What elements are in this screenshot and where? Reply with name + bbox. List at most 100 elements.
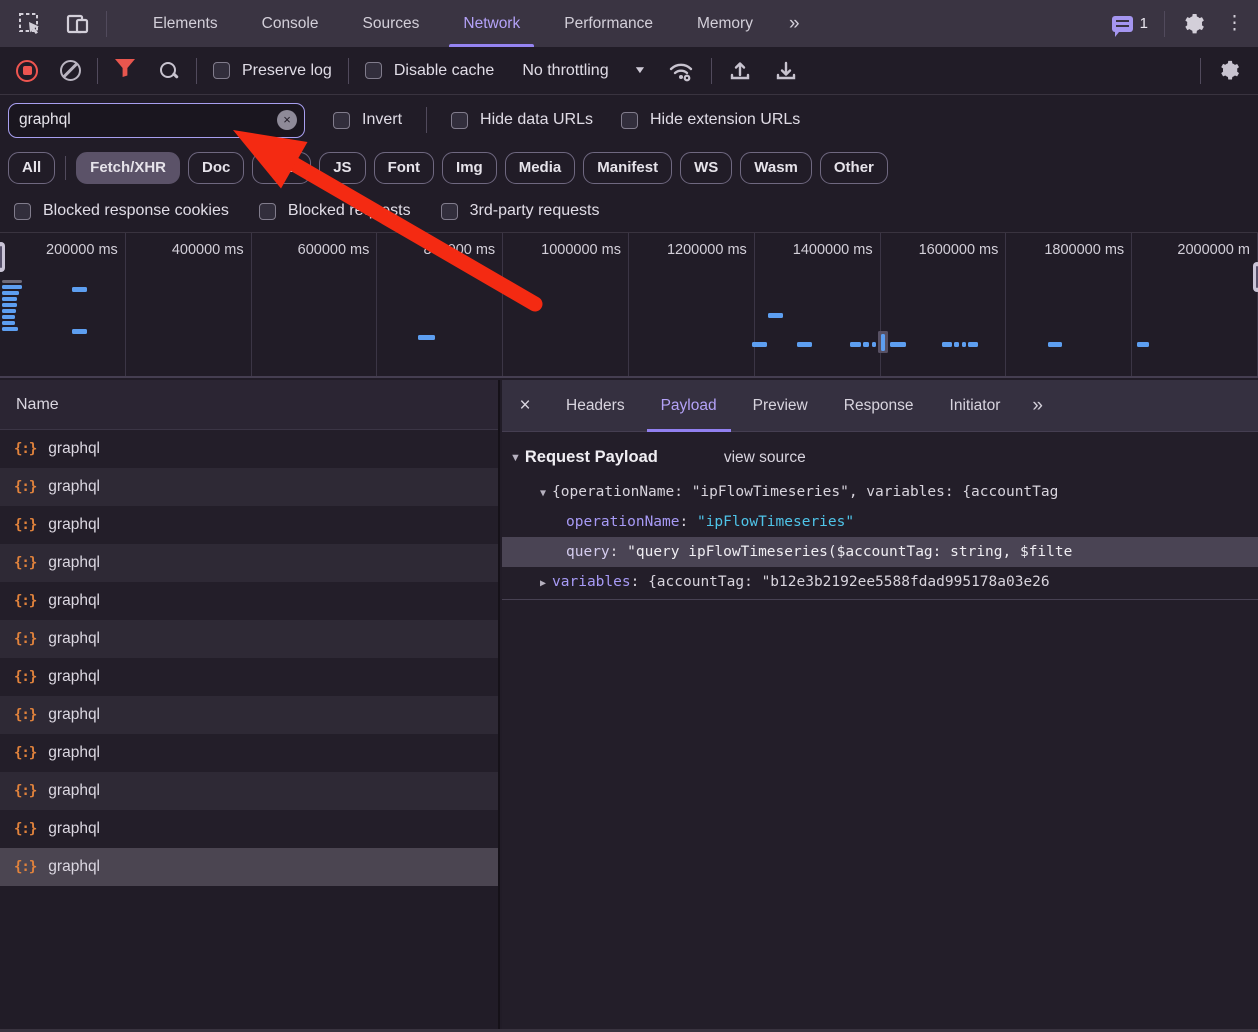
overview-left-grip[interactable]	[0, 242, 5, 272]
export-har-icon[interactable]	[774, 59, 798, 83]
request-row[interactable]: {:} graphql	[0, 544, 498, 582]
panel-tab[interactable]: Elements	[131, 0, 240, 47]
preserve-log-checkbox[interactable]: Preserve log	[213, 62, 332, 80]
payload-separator: :	[680, 514, 697, 530]
waterfall-bar	[881, 334, 885, 351]
chip[interactable]: Fetch/XHR	[76, 152, 180, 184]
hide-data-urls-label: Hide data URLs	[480, 111, 593, 129]
network-overview-timeline[interactable]: 200000 ms 400000 ms 600000 ms 800000 ms …	[0, 232, 1258, 378]
filter-funnel-icon[interactable]	[114, 58, 136, 83]
chip[interactable]: Doc	[188, 152, 244, 184]
request-row[interactable]: {:} graphql	[0, 734, 498, 772]
blocked-filter-checkbox[interactable]: Blocked response cookies	[14, 202, 229, 220]
request-name: graphql	[48, 440, 100, 458]
record-network-log-button[interactable]	[16, 60, 38, 82]
checkbox-box[interactable]	[441, 203, 458, 220]
chip-label: JS	[333, 159, 351, 176]
throttling-dropdown[interactable]: No throttling ▼	[522, 62, 644, 80]
request-row[interactable]: {:} graphql	[0, 582, 498, 620]
search-icon[interactable]	[158, 60, 180, 82]
json-request-icon: {:}	[14, 479, 36, 495]
network-conditions-icon[interactable]	[667, 59, 695, 83]
chip-label: CSS	[266, 159, 297, 176]
panel-tabs: Elements Console Sources Network Perform…	[131, 0, 775, 47]
network-settings-gear-icon[interactable]	[1219, 59, 1242, 82]
json-request-icon: {:}	[14, 555, 36, 571]
blocked-filter-checkbox[interactable]: 3rd-party requests	[441, 202, 600, 220]
network-toolbar: Preserve log Disable cache No throttling…	[0, 47, 1258, 95]
settings-gear-icon[interactable]	[1181, 10, 1209, 38]
waterfall-bar	[2, 309, 16, 313]
request-row[interactable]: {:} graphql	[0, 810, 498, 848]
chip[interactable]: Other	[820, 152, 888, 184]
chip[interactable]: CSS	[252, 152, 311, 184]
chip-label: Wasm	[754, 159, 798, 176]
chip[interactable]: Media	[505, 152, 576, 184]
panel-tab[interactable]: Sources	[341, 0, 442, 47]
chip[interactable]: JS	[319, 152, 365, 184]
checkbox-box[interactable]	[14, 203, 31, 220]
chip[interactable]: Img	[442, 152, 497, 184]
close-details-icon[interactable]: ×	[502, 395, 548, 417]
details-tab[interactable]: Preview	[739, 380, 822, 432]
request-payload-section[interactable]: ▼ Request Payload view source	[510, 448, 1258, 467]
waterfall-bar	[797, 342, 812, 347]
request-name: graphql	[48, 668, 100, 686]
request-list: {:} graphql {:} graphql {:} graphql	[0, 430, 498, 886]
request-row[interactable]: {:} graphql	[0, 468, 498, 506]
kebab-menu-icon[interactable]: ⋮	[1225, 14, 1244, 33]
details-tab-label: Preview	[753, 397, 808, 415]
details-tab[interactable]: Payload	[647, 380, 731, 432]
clear-network-log-button[interactable]	[60, 60, 81, 81]
payload-variables-node[interactable]: ▶variables: {accountTag: "b12e3b2192ee55…	[502, 567, 1258, 597]
request-row[interactable]: {:} graphql	[0, 848, 498, 886]
checkbox-box[interactable]	[365, 62, 382, 79]
view-source-link[interactable]: view source	[724, 449, 806, 467]
panel-tab[interactable]: Console	[240, 0, 341, 47]
name-column-header[interactable]: Name	[0, 380, 498, 430]
inspect-element-icon[interactable]	[16, 10, 44, 38]
request-row[interactable]: {:} graphql	[0, 696, 498, 734]
import-har-icon[interactable]	[728, 59, 752, 83]
checkbox-box[interactable]	[333, 112, 350, 129]
checkbox-box[interactable]	[213, 62, 230, 79]
details-tabs: Headers Payload Preview Response	[548, 380, 1018, 432]
chip-all[interactable]: All	[8, 152, 55, 184]
payload-root-node[interactable]: ▼{operationName: "ipFlowTimeseries", var…	[502, 477, 1258, 507]
more-tabs-icon[interactable]: »	[775, 13, 812, 35]
details-tab[interactable]: Headers	[552, 380, 639, 432]
issues-counter[interactable]: 1	[1112, 15, 1148, 32]
hide-extension-urls-checkbox[interactable]: Hide extension URLs	[621, 111, 800, 129]
disable-cache-checkbox[interactable]: Disable cache	[365, 62, 495, 80]
chip[interactable]: Wasm	[740, 152, 812, 184]
filter-input[interactable]	[9, 111, 277, 129]
device-toolbar-icon[interactable]	[64, 10, 92, 38]
waterfall-bar	[2, 297, 17, 301]
panel-tab[interactable]: Memory	[675, 0, 775, 47]
invert-checkbox[interactable]: Invert	[333, 111, 402, 129]
chip[interactable]: Manifest	[583, 152, 672, 184]
more-details-tabs-icon[interactable]: »	[1018, 395, 1055, 417]
waterfall-bar	[72, 329, 87, 334]
chip[interactable]: Font	[374, 152, 434, 184]
checkbox-box[interactable]	[451, 112, 468, 129]
request-row[interactable]: {:} graphql	[0, 506, 498, 544]
details-tab[interactable]: Initiator	[936, 380, 1015, 432]
blocked-filter-checkbox[interactable]: Blocked requests	[259, 202, 411, 220]
checkbox-box[interactable]	[259, 203, 276, 220]
payload-operation-node[interactable]: operationName: "ipFlowTimeseries"	[502, 507, 1258, 537]
payload-query-node[interactable]: query: "query ipFlowTimeseries($accountT…	[502, 537, 1258, 567]
hide-data-urls-checkbox[interactable]: Hide data URLs	[451, 111, 593, 129]
request-row[interactable]: {:} graphql	[0, 430, 498, 468]
overview-right-grip[interactable]	[1253, 262, 1258, 292]
details-tab[interactable]: Response	[830, 380, 928, 432]
checkbox-box[interactable]	[621, 112, 638, 129]
panel-tab[interactable]: Network	[441, 0, 542, 47]
request-row[interactable]: {:} graphql	[0, 620, 498, 658]
chip-label: Fetch/XHR	[90, 159, 166, 176]
request-row[interactable]: {:} graphql	[0, 658, 498, 696]
clear-filter-icon[interactable]: ×	[277, 110, 297, 130]
chip[interactable]: WS	[680, 152, 732, 184]
panel-tab[interactable]: Performance	[542, 0, 675, 47]
request-row[interactable]: {:} graphql	[0, 772, 498, 810]
